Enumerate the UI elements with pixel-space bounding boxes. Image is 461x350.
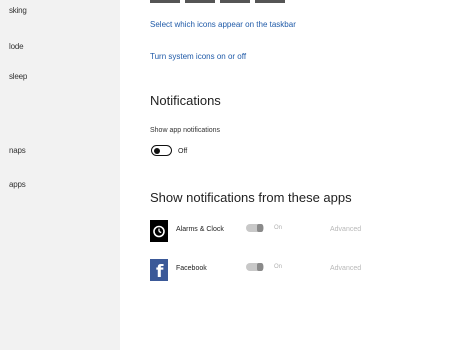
alarms-notifications-toggle[interactable] bbox=[246, 224, 264, 232]
select-taskbar-icons-link[interactable]: Select which icons appear on the taskbar bbox=[150, 20, 296, 29]
app-notifications-toggle-state: Off bbox=[178, 148, 188, 155]
apps-section-heading: Show notifications from these apps bbox=[150, 190, 352, 205]
facebook-notifications-toggle[interactable] bbox=[246, 263, 264, 271]
sidebar-item-1[interactable]: sking bbox=[9, 6, 27, 15]
svg-text:f: f bbox=[156, 262, 164, 279]
alarms-toggle-state: On bbox=[274, 225, 283, 231]
sidebar-item-3[interactable]: sleep bbox=[9, 72, 27, 81]
scrolled-control-edge bbox=[150, 0, 180, 3]
alarms-advanced-link[interactable]: Advanced bbox=[330, 226, 361, 233]
scrolled-control-edge bbox=[185, 0, 215, 3]
app-name: Facebook bbox=[176, 265, 207, 272]
app-name: Alarms & Clock bbox=[176, 226, 224, 233]
sidebar-item-4[interactable]: naps bbox=[9, 146, 26, 155]
sidebar-item-5[interactable]: apps bbox=[9, 180, 26, 189]
notifications-heading: Notifications bbox=[150, 93, 221, 108]
toggle-knob bbox=[257, 263, 263, 271]
facebook-advanced-link[interactable]: Advanced bbox=[330, 265, 361, 272]
app-row-facebook: f Facebook On Advanced bbox=[150, 259, 430, 283]
facebook-toggle-state: On bbox=[274, 264, 283, 270]
scrolled-control-edge bbox=[255, 0, 285, 3]
toggle-knob bbox=[154, 147, 160, 154]
app-notifications-toggle[interactable] bbox=[151, 145, 172, 156]
sidebar-item-2[interactable]: lode bbox=[9, 42, 24, 51]
settings-sidebar: sking lode sleep naps apps bbox=[0, 0, 120, 350]
scrolled-control-edge bbox=[220, 0, 250, 3]
show-app-notifications-label: Show app notifications bbox=[150, 127, 221, 134]
toggle-knob bbox=[257, 224, 263, 232]
facebook-icon: f bbox=[150, 259, 168, 281]
alarm-clock-icon bbox=[150, 220, 168, 242]
app-row-alarms: Alarms & Clock On Advanced bbox=[150, 220, 430, 244]
system-icons-link[interactable]: Turn system icons on or off bbox=[150, 52, 246, 61]
